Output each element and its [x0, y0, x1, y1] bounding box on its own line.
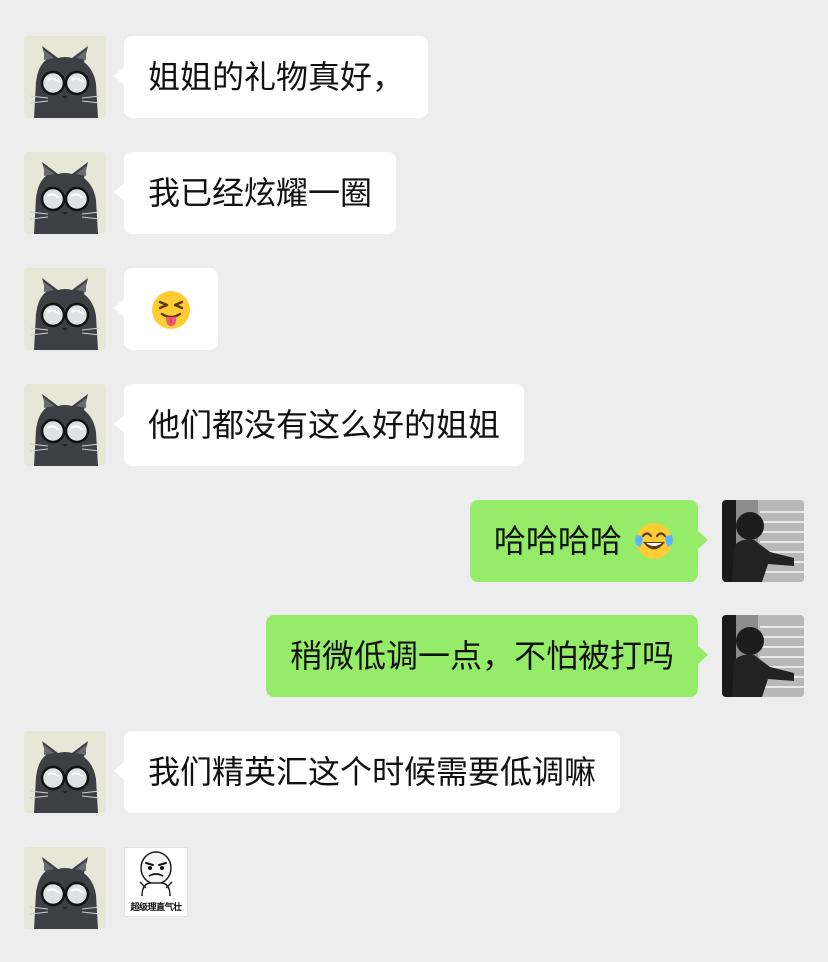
bubble-tail	[114, 182, 125, 202]
meme-sticker[interactable]: 超级理直气壮	[124, 847, 188, 917]
bubble-tail	[114, 414, 125, 434]
cat-avatar[interactable]	[24, 384, 106, 466]
message-bubble[interactable]: 我已经炫耀一圈	[114, 152, 397, 234]
bubble-tail	[114, 298, 125, 318]
cat-avatar[interactable]	[24, 36, 106, 118]
message-text: 我已经炫耀一圈	[148, 174, 373, 212]
cat-avatar[interactable]	[24, 847, 106, 929]
bubble-tail	[114, 761, 125, 781]
message-bubble[interactable]: 我们精英汇这个时候需要低调嘛	[114, 731, 621, 813]
message-text: 他们都没有这么好的姐姐	[148, 406, 501, 444]
message-text: 稍微低调一点，不怕被打吗	[289, 637, 674, 675]
message-text: 哈哈哈哈	[493, 522, 622, 560]
message-bubble[interactable]: 他们都没有这么好的姐姐	[114, 384, 525, 466]
message-bubble[interactable]: 稍微低调一点，不怕被打吗	[265, 615, 708, 697]
person-avatar[interactable]	[722, 500, 804, 582]
cat-avatar[interactable]	[24, 268, 106, 350]
squinting-face-with-tongue-icon	[151, 290, 191, 330]
message-text: 我们精英汇这个时候需要低调嘛	[148, 753, 597, 791]
bubble-tail	[697, 645, 708, 665]
message-text: 姐姐的礼物真好，	[148, 58, 405, 96]
message-bubble[interactable]: 哈哈哈哈	[469, 500, 708, 582]
message-bubble[interactable]: 姐姐的礼物真好，	[114, 36, 429, 118]
face-with-tears-of-joy-icon	[634, 521, 674, 561]
bubble-tail	[697, 530, 708, 550]
bubble-tail	[114, 66, 125, 86]
person-avatar[interactable]	[722, 615, 804, 697]
cat-avatar[interactable]	[24, 731, 106, 813]
cat-avatar[interactable]	[24, 152, 106, 234]
message-bubble[interactable]	[114, 268, 218, 350]
meme-face-icon	[139, 851, 173, 897]
sticker-caption: 超级理直气壮	[130, 903, 182, 913]
